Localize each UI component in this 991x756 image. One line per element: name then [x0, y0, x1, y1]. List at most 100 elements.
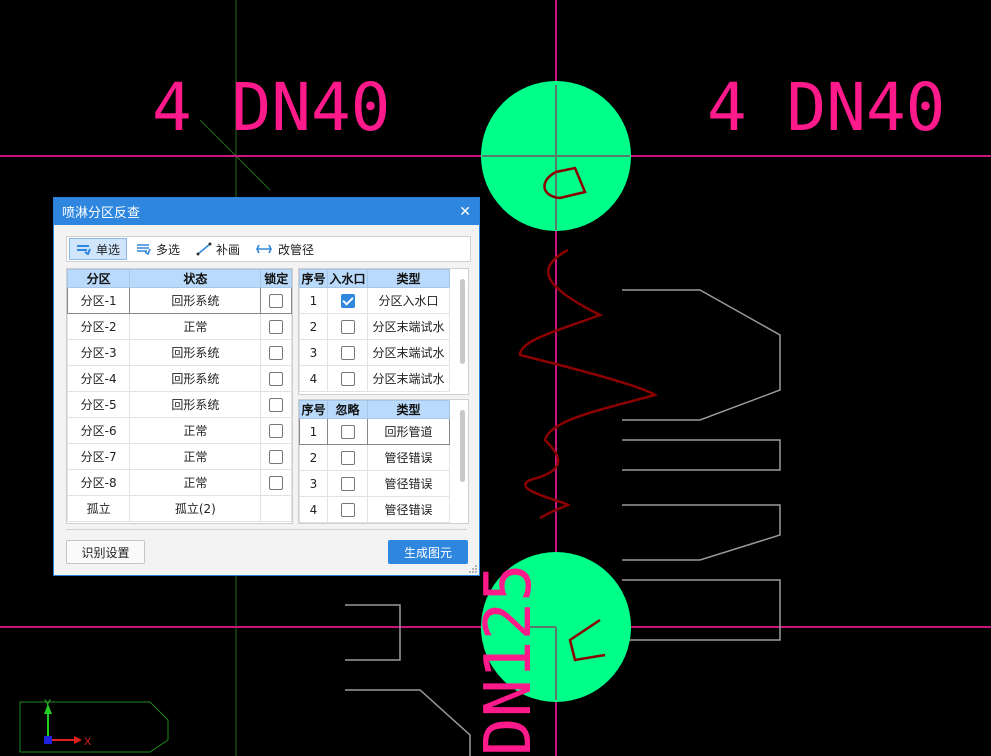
zone-status: 正常	[129, 443, 262, 470]
ignore-checkbox[interactable]	[340, 502, 355, 517]
errors-check-cell	[327, 418, 368, 445]
lock-checkbox[interactable]	[269, 319, 284, 334]
zone-row[interactable]: 孤立 孤立(2)	[67, 495, 292, 522]
lock-checkbox[interactable]	[269, 397, 284, 412]
inlets-header-type: 类型	[367, 269, 450, 288]
inlets-type: 分区末端试水	[367, 365, 450, 392]
inlets-row[interactable]: 4 分区末端试水	[299, 365, 450, 392]
zone-lock-cell	[260, 417, 292, 444]
inlets-no: 4	[299, 365, 328, 392]
axis-x-label: X	[84, 736, 92, 748]
generate-elements-button[interactable]: 生成图元	[388, 540, 468, 564]
errors-header-type: 类型	[367, 400, 450, 419]
lock-checkbox[interactable]	[269, 345, 284, 360]
errors-table: 序号 忽略 类型 1 回形管道 2 管径错误 3 管径错误 4 管径错误	[299, 400, 450, 523]
zone-row[interactable]: 分区-7 正常	[67, 443, 292, 470]
zone-row[interactable]: 分区-3 回形系统	[67, 339, 292, 366]
pipe-label-right: 4 DN40	[707, 69, 945, 146]
axis-y-label: Y	[44, 698, 52, 710]
ignore-checkbox[interactable]	[340, 450, 355, 465]
single-select-icon	[77, 245, 91, 255]
errors-no: 2	[299, 444, 328, 471]
lock-checkbox[interactable]	[269, 293, 284, 308]
change-diameter-icon	[256, 244, 272, 254]
single-select-button[interactable]: 单选	[69, 238, 128, 260]
inlet-checkbox[interactable]	[340, 293, 355, 308]
inlets-type: 分区末端试水	[367, 339, 450, 366]
zone-lock-cell	[260, 443, 292, 470]
inlets-scrollbar[interactable]	[460, 279, 465, 364]
inlets-no: 3	[299, 339, 328, 366]
recognition-settings-button[interactable]: 识别设置	[66, 540, 145, 564]
inlet-checkbox[interactable]	[340, 371, 355, 386]
zone-name: 分区-7	[67, 443, 131, 470]
inlets-row[interactable]: 3 分区末端试水	[299, 339, 450, 366]
zone-row[interactable]: 分区-1 回形系统	[67, 287, 292, 314]
ignore-checkbox[interactable]	[340, 476, 355, 491]
inlet-checkbox[interactable]	[340, 345, 355, 360]
multi-select-icon	[137, 244, 151, 255]
ignore-checkbox[interactable]	[340, 424, 355, 439]
zone-status: 回形系统	[129, 391, 262, 418]
inlets-row[interactable]: 2 分区末端试水	[299, 313, 450, 340]
toolbar: 单选 多选 补画 改管径	[66, 236, 471, 262]
errors-type: 回形管道	[367, 418, 450, 445]
errors-row[interactable]: 2 管径错误	[299, 444, 450, 471]
zone-lock-cell	[260, 469, 292, 496]
inlets-no: 2	[299, 313, 328, 340]
zone-name: 分区-5	[67, 391, 131, 418]
errors-header-no: 序号	[299, 400, 328, 419]
errors-row[interactable]: 3 管径错误	[299, 470, 450, 497]
zone-lock-cell	[260, 339, 292, 366]
lock-checkbox[interactable]	[269, 371, 284, 386]
zone-row[interactable]: 分区-8 正常	[67, 469, 292, 496]
inlets-check-cell	[327, 339, 368, 366]
inlet-checkbox[interactable]	[340, 319, 355, 334]
zone-row[interactable]: 分区-6 正常	[67, 417, 292, 444]
change-diameter-button[interactable]: 改管径	[249, 238, 321, 260]
errors-no: 4	[299, 496, 328, 523]
lock-checkbox[interactable]	[269, 475, 284, 490]
errors-panel: 序号 忽略 类型 1 回形管道 2 管径错误 3 管径错误 4 管径错误	[298, 399, 469, 524]
zone-lock-cell	[260, 313, 292, 340]
inlets-header-no: 序号	[299, 269, 328, 288]
errors-row[interactable]: 1 回形管道	[299, 418, 450, 445]
sprinkler-zone-dialog: 喷淋分区反查 ✕ 单选 多选 补画 改管径 分区 状态 锁定 分区-1 回形系统…	[53, 197, 480, 576]
zones-header-lock: 锁定	[260, 269, 292, 288]
errors-no: 3	[299, 470, 328, 497]
zones-panel: 分区 状态 锁定 分区-1 回形系统 分区-2 正常 分区-3 回形系统 分区-4 回形系统分…	[66, 268, 293, 524]
errors-check-cell	[327, 444, 368, 471]
dialog-titlebar[interactable]: 喷淋分区反查 ✕	[54, 198, 479, 225]
zone-name: 分区-1	[67, 287, 131, 314]
lock-checkbox[interactable]	[269, 449, 284, 464]
zone-lock-cell	[260, 391, 292, 418]
inlets-rows: 1 分区入水口 2 分区末端试水 3 分区末端试水 4 分区末端试水	[299, 287, 450, 392]
errors-scrollbar[interactable]	[460, 410, 465, 482]
zone-name: 分区-3	[67, 339, 131, 366]
redraw-button[interactable]: 补画	[189, 238, 247, 260]
zone-lock-cell	[260, 287, 292, 314]
zone-status: 回形系统	[129, 339, 262, 366]
zones-table: 分区 状态 锁定 分区-1 回形系统 分区-2 正常 分区-3 回形系统 分区-4 回形系统分…	[67, 269, 292, 522]
zone-row[interactable]: 分区-5 回形系统	[67, 391, 292, 418]
errors-check-cell	[327, 470, 368, 497]
inlets-check-cell	[327, 313, 368, 340]
zone-row[interactable]: 分区-2 正常	[67, 313, 292, 340]
inlets-type: 分区末端试水	[367, 313, 450, 340]
multi-select-button[interactable]: 多选	[129, 238, 187, 260]
zone-status: 回形系统	[129, 287, 262, 314]
inlets-panel: 序号 入水口 类型 1 分区入水口 2 分区末端试水 3 分区末端试水 4 分区末端试水	[298, 268, 469, 395]
errors-row[interactable]: 4 管径错误	[299, 496, 450, 523]
errors-type: 管径错误	[367, 444, 450, 471]
draw-line-icon	[196, 242, 212, 256]
resize-grip-icon[interactable]	[469, 565, 477, 573]
dialog-title: 喷淋分区反查	[62, 206, 141, 221]
inlets-row[interactable]: 1 分区入水口	[299, 287, 450, 314]
lock-checkbox[interactable]	[269, 423, 284, 438]
zones-header-status: 状态	[129, 269, 262, 288]
zone-row[interactable]: 分区-4 回形系统	[67, 365, 292, 392]
zone-name: 分区-4	[67, 365, 131, 392]
inlets-type: 分区入水口	[367, 287, 450, 314]
errors-rows: 1 回形管道 2 管径错误 3 管径错误 4 管径错误	[299, 418, 450, 523]
close-icon[interactable]: ✕	[459, 204, 471, 220]
